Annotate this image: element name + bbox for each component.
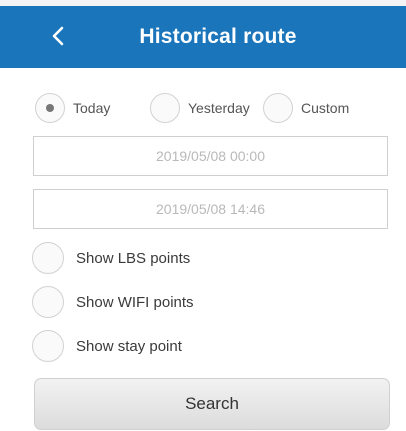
start-time-field[interactable]: 2019/05/08 00:00 xyxy=(33,136,388,176)
show-lbs-option[interactable]: Show LBS points xyxy=(32,240,190,276)
show-wifi-option[interactable]: Show WIFI points xyxy=(32,284,194,320)
date-range-selector: Today Yesterday Custom xyxy=(0,88,406,128)
radio-custom[interactable]: Custom xyxy=(263,88,349,128)
radio-yesterday[interactable]: Yesterday xyxy=(150,88,250,128)
radio-button[interactable] xyxy=(150,93,180,123)
page-title: Historical route xyxy=(139,25,297,48)
show-stay-option[interactable]: Show stay point xyxy=(32,328,182,364)
show-stay-label: Show stay point xyxy=(76,337,182,355)
show-wifi-toggle[interactable] xyxy=(32,286,64,318)
radio-today[interactable]: Today xyxy=(35,88,110,128)
radio-button[interactable] xyxy=(35,93,65,123)
app-header: Historical route xyxy=(0,6,406,68)
radio-button[interactable] xyxy=(263,93,293,123)
end-time-field[interactable]: 2019/05/08 14:46 xyxy=(33,189,388,229)
radio-today-label: Today xyxy=(73,100,111,116)
show-lbs-toggle[interactable] xyxy=(32,242,64,274)
search-button[interactable]: Search xyxy=(34,378,390,430)
show-lbs-label: Show LBS points xyxy=(76,249,191,267)
show-stay-toggle[interactable] xyxy=(32,330,64,362)
radio-custom-label: Custom xyxy=(301,100,350,116)
radio-yesterday-label: Yesterday xyxy=(188,100,250,116)
show-wifi-label: Show WIFI points xyxy=(76,293,194,311)
